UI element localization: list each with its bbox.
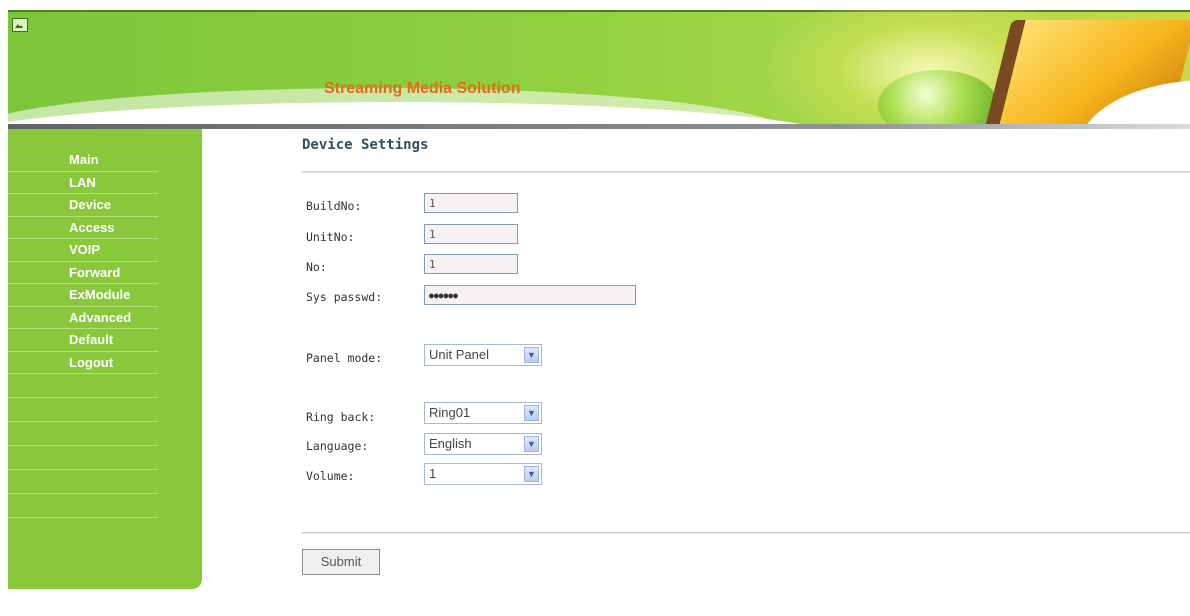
ring-back-select[interactable]: Ring01 ▼ xyxy=(424,402,542,424)
language-value: English xyxy=(429,436,472,451)
image-icon xyxy=(12,18,28,32)
chevron-down-icon: ▼ xyxy=(524,466,539,482)
ring-back-value: Ring01 xyxy=(429,405,471,420)
volume-select[interactable]: 1 ▼ xyxy=(424,463,542,485)
no-label: No: xyxy=(306,260,327,274)
header-banner: Streaming Media Solution xyxy=(8,10,1190,126)
sidebar-item-default[interactable]: Default xyxy=(8,329,158,352)
sidebar-item-access[interactable]: Access xyxy=(8,217,158,239)
sidebar-nav: Main LAN Device Access VOIP Forward ExMo… xyxy=(8,149,158,518)
page-title: Device Settings xyxy=(302,137,429,153)
banner-title: Streaming Media Solution xyxy=(324,80,521,97)
form-divider xyxy=(302,532,1190,534)
panel-mode-value: Unit Panel xyxy=(429,347,489,362)
sidebar-item-lan[interactable]: LAN xyxy=(8,172,158,194)
sidebar-item-logout[interactable]: Logout xyxy=(8,352,158,374)
sidebar-item-exmodule[interactable]: ExModule xyxy=(8,284,158,307)
chevron-down-icon: ▼ xyxy=(524,405,539,421)
volume-label: Volume: xyxy=(306,469,355,483)
sidebar-divider xyxy=(8,422,158,446)
sidebar: Main LAN Device Access VOIP Forward ExMo… xyxy=(8,129,202,589)
sidebar-divider xyxy=(8,374,158,398)
sidebar-divider xyxy=(8,470,158,494)
language-label: Language: xyxy=(306,439,369,453)
language-select[interactable]: English ▼ xyxy=(424,433,542,455)
sidebar-divider xyxy=(8,398,158,422)
title-divider xyxy=(302,171,1190,173)
no-input[interactable]: 1 xyxy=(424,254,518,274)
buildno-input[interactable]: 1 xyxy=(424,193,518,213)
chevron-down-icon: ▼ xyxy=(524,436,539,452)
sys-passwd-input[interactable]: ●●●●●● xyxy=(424,285,636,305)
sidebar-item-voip[interactable]: VOIP xyxy=(8,239,158,262)
sidebar-item-main[interactable]: Main xyxy=(8,149,158,172)
panel-mode-label: Panel mode: xyxy=(306,351,383,365)
sidebar-item-device[interactable]: Device xyxy=(8,194,158,217)
sidebar-item-forward[interactable]: Forward xyxy=(8,262,158,284)
submit-button[interactable]: Submit xyxy=(302,549,380,575)
sidebar-item-advanced[interactable]: Advanced xyxy=(8,307,158,329)
ring-back-label: Ring back: xyxy=(306,410,376,424)
chevron-down-icon: ▼ xyxy=(524,347,539,363)
sidebar-divider xyxy=(8,446,158,470)
sidebar-divider xyxy=(8,494,158,518)
panel-mode-select[interactable]: Unit Panel ▼ xyxy=(424,344,542,366)
volume-value: 1 xyxy=(429,466,437,481)
unitno-label: UnitNo: xyxy=(306,230,355,244)
unitno-input[interactable]: 1 xyxy=(424,224,518,244)
buildno-label: BuildNo: xyxy=(306,199,362,213)
sys-passwd-label: Sys passwd: xyxy=(306,290,383,304)
